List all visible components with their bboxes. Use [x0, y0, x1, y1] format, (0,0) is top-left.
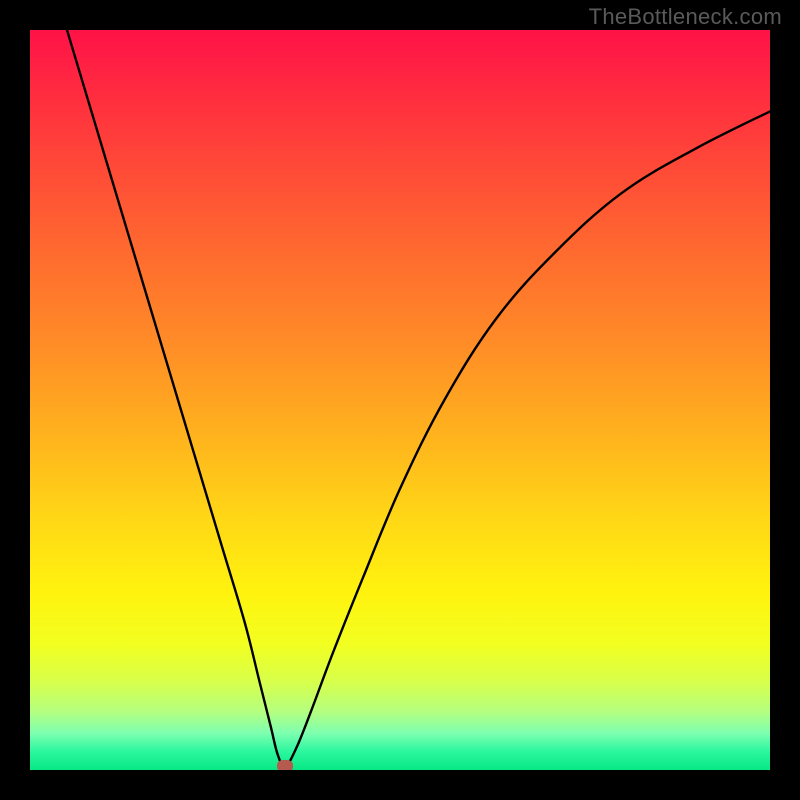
bottleneck-curve [30, 30, 770, 770]
plot-area [30, 30, 770, 770]
chart-frame: TheBottleneck.com [0, 0, 800, 800]
optimal-point-marker [277, 760, 293, 770]
watermark-text: TheBottleneck.com [589, 4, 782, 30]
